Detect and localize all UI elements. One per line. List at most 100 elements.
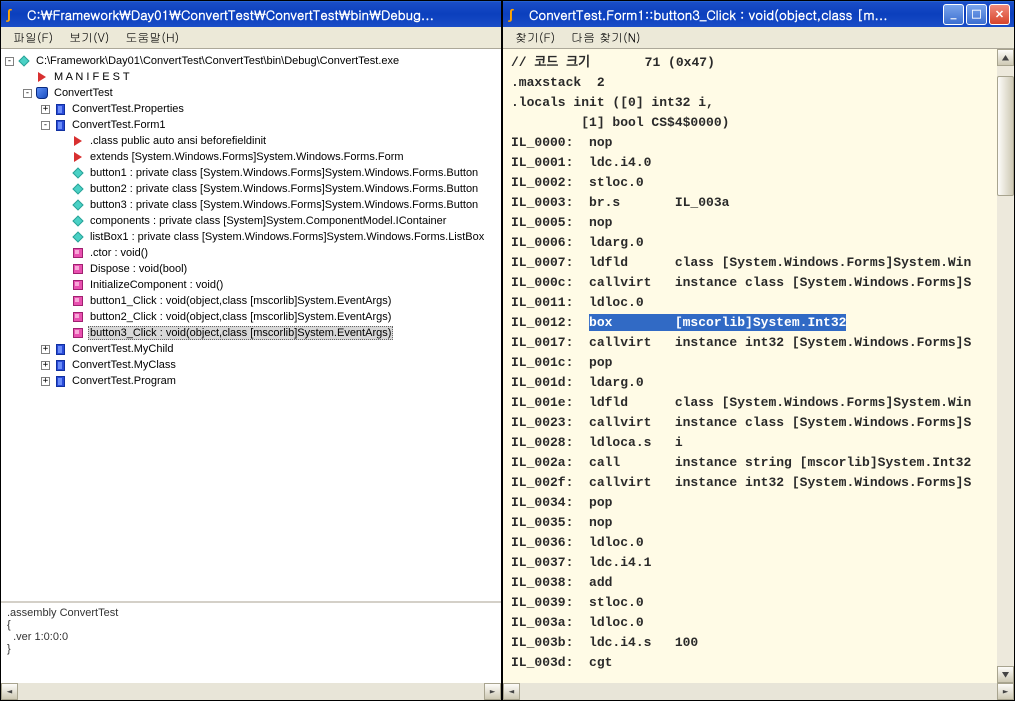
code-line[interactable]: [1] bool CS$4$0000) bbox=[511, 113, 989, 133]
tree-item-label[interactable]: Dispose : void(bool) bbox=[88, 262, 189, 276]
method-icon bbox=[71, 246, 85, 260]
tree-item[interactable]: button3 : private class [System.Windows.… bbox=[55, 197, 501, 213]
code-line[interactable]: IL_0036: ldloc.0 bbox=[511, 533, 989, 553]
tree-item[interactable]: Dispose : void(bool) bbox=[55, 261, 501, 277]
code-line[interactable]: IL_0039: stloc.0 bbox=[511, 593, 989, 613]
code-line[interactable]: IL_003d: cgt bbox=[511, 653, 989, 673]
code-line[interactable]: IL_0000: nop bbox=[511, 133, 989, 153]
left-pane: ∫ C:\Framework\Day01\ConvertTest\Convert… bbox=[0, 0, 502, 701]
tree-myclass[interactable]: ConvertTest.MyClass bbox=[70, 358, 178, 372]
scroll-thumb[interactable] bbox=[997, 76, 1014, 196]
tree-item-label[interactable]: button1 : private class [System.Windows.… bbox=[88, 166, 480, 180]
code-line[interactable]: IL_0011: ldloc.0 bbox=[511, 293, 989, 313]
close-button[interactable]: ✕ bbox=[989, 4, 1010, 25]
code-line[interactable]: IL_001c: pop bbox=[511, 353, 989, 373]
tree-item-label[interactable]: extends [System.Windows.Forms]System.Win… bbox=[88, 150, 406, 164]
toggle-icon[interactable]: + bbox=[41, 361, 50, 370]
menu-find-next[interactable]: 다음 찾기(N) bbox=[563, 27, 648, 48]
tree-item[interactable]: .ctor : void() bbox=[55, 245, 501, 261]
code-line[interactable]: IL_0023: callvirt instance class [System… bbox=[511, 413, 989, 433]
scroll-right-icon[interactable]: ► bbox=[997, 683, 1014, 700]
menu-help[interactable]: 도움말(H) bbox=[117, 27, 187, 48]
toggle-icon[interactable]: - bbox=[41, 121, 50, 130]
code-line[interactable]: IL_002f: callvirt instance int32 [System… bbox=[511, 473, 989, 493]
tree-item-label[interactable]: button2 : private class [System.Windows.… bbox=[88, 182, 480, 196]
code-line[interactable]: IL_001e: ldfld class [System.Windows.For… bbox=[511, 393, 989, 413]
toggle-icon[interactable]: - bbox=[5, 57, 14, 66]
tree-item-label[interactable]: button1_Click : void(object,class [mscor… bbox=[88, 294, 393, 308]
tree-properties[interactable]: ConvertTest.Properties bbox=[70, 102, 186, 116]
code-line[interactable]: IL_0017: callvirt instance int32 [System… bbox=[511, 333, 989, 353]
v-scrollbar[interactable]: ▲ ▼ bbox=[997, 49, 1014, 683]
code-line[interactable]: // 코드 크기 71 (0x47) bbox=[511, 53, 989, 73]
scroll-left-icon[interactable]: ◄ bbox=[1, 683, 18, 700]
code-line[interactable]: IL_0038: add bbox=[511, 573, 989, 593]
toggle-icon[interactable]: + bbox=[41, 345, 50, 354]
code-line[interactable]: IL_0035: nop bbox=[511, 513, 989, 533]
code-line[interactable]: IL_002a: call instance string [mscorlib]… bbox=[511, 453, 989, 473]
right-titlebar[interactable]: ∫ ConvertTest.Form1::button3_Click : voi… bbox=[503, 1, 1014, 27]
code-line[interactable]: .maxstack 2 bbox=[511, 73, 989, 93]
tree-root[interactable]: C:\Framework\Day01\ConvertTest\ConvertTe… bbox=[34, 54, 401, 68]
left-titlebar[interactable]: ∫ C:\Framework\Day01\ConvertTest\Convert… bbox=[1, 1, 501, 27]
menu-find[interactable]: 찾기(F) bbox=[507, 27, 563, 48]
menu-view[interactable]: 보기(V) bbox=[61, 27, 117, 48]
tree-converttest[interactable]: ConvertTest bbox=[52, 86, 115, 100]
maximize-button[interactable]: □ bbox=[966, 4, 987, 25]
h-scrollbar[interactable]: ◄ ► bbox=[503, 683, 1014, 700]
scroll-right-icon[interactable]: ► bbox=[484, 683, 501, 700]
tree-item[interactable]: button3_Click : void(object,class [mscor… bbox=[55, 325, 501, 341]
scroll-up-icon[interactable]: ▲ bbox=[997, 49, 1014, 66]
code-line[interactable]: IL_003a: ldloc.0 bbox=[511, 613, 989, 633]
tree-item[interactable]: .class public auto ansi beforefieldinit bbox=[55, 133, 501, 149]
code-line[interactable]: IL_0005: nop bbox=[511, 213, 989, 233]
tree-item[interactable]: InitializeComponent : void() bbox=[55, 277, 501, 293]
tree-item[interactable]: button2_Click : void(object,class [mscor… bbox=[55, 309, 501, 325]
code-line[interactable]: IL_0002: stloc.0 bbox=[511, 173, 989, 193]
tree-form1[interactable]: ConvertTest.Form1 bbox=[70, 118, 168, 132]
window-buttons: _ □ ✕ bbox=[943, 4, 1010, 25]
code-line[interactable]: IL_0001: ldc.i4.0 bbox=[511, 153, 989, 173]
minimize-button[interactable]: _ bbox=[943, 4, 964, 25]
tree-item-label[interactable]: listBox1 : private class [System.Windows… bbox=[88, 230, 486, 244]
tree-item-label[interactable]: .ctor : void() bbox=[88, 246, 150, 260]
toggle-icon[interactable]: + bbox=[41, 105, 50, 114]
tree-item-label[interactable]: button3_Click : void(object,class [mscor… bbox=[88, 326, 393, 340]
toggle-icon[interactable]: + bbox=[41, 377, 50, 386]
code-line[interactable]: IL_0003: br.s IL_003a bbox=[511, 193, 989, 213]
code-line[interactable]: IL_0028: ldloca.s i bbox=[511, 433, 989, 453]
tree-item[interactable]: extends [System.Windows.Forms]System.Win… bbox=[55, 149, 501, 165]
tree-item-label[interactable]: .class public auto ansi beforefieldinit bbox=[88, 134, 268, 148]
tree-manifest[interactable]: M A N I F E S T bbox=[52, 70, 132, 84]
scroll-track[interactable] bbox=[997, 66, 1014, 666]
code-line[interactable]: IL_003b: ldc.i4.s 100 bbox=[511, 633, 989, 653]
code-line[interactable]: IL_0007: ldfld class [System.Windows.For… bbox=[511, 253, 989, 273]
code-line[interactable]: .locals init ([0] int32 i, bbox=[511, 93, 989, 113]
h-scrollbar[interactable]: ◄ ► bbox=[1, 683, 501, 700]
code-line[interactable]: IL_001d: ldarg.0 bbox=[511, 373, 989, 393]
tree-item[interactable]: button1_Click : void(object,class [mscor… bbox=[55, 293, 501, 309]
code-view[interactable]: // 코드 크기 71 (0x47).maxstack 2.locals ini… bbox=[503, 49, 1014, 683]
tree-item[interactable]: button1 : private class [System.Windows.… bbox=[55, 165, 501, 181]
tree-item[interactable]: button2 : private class [System.Windows.… bbox=[55, 181, 501, 197]
code-line[interactable]: IL_0037: ldc.i4.1 bbox=[511, 553, 989, 573]
tree-item-label[interactable]: InitializeComponent : void() bbox=[88, 278, 225, 292]
tree-item[interactable]: listBox1 : private class [System.Windows… bbox=[55, 229, 501, 245]
code-line[interactable]: IL_0006: ldarg.0 bbox=[511, 233, 989, 253]
scroll-down-icon[interactable]: ▼ bbox=[997, 666, 1014, 683]
code-line[interactable]: IL_0012: box [mscorlib]System.Int32 bbox=[511, 313, 989, 333]
scroll-left-icon[interactable]: ◄ bbox=[503, 683, 520, 700]
tree-view[interactable]: - C:\Framework\Day01\ConvertTest\Convert… bbox=[1, 49, 501, 603]
tree-program[interactable]: ConvertTest.Program bbox=[70, 374, 178, 388]
code-line[interactable]: IL_0034: pop bbox=[511, 493, 989, 513]
tree-item[interactable]: components : private class [System]Syste… bbox=[55, 213, 501, 229]
menu-file[interactable]: 파일(F) bbox=[5, 27, 61, 48]
tree-mychild[interactable]: ConvertTest.MyChild bbox=[70, 342, 175, 356]
code-line[interactable]: IL_000c: callvirt instance class [System… bbox=[511, 273, 989, 293]
triangle-icon bbox=[35, 70, 49, 84]
assembly-text[interactable]: .assembly ConvertTest { .ver 1:0:0:0 } bbox=[1, 603, 501, 659]
tree-item-label[interactable]: components : private class [System]Syste… bbox=[88, 214, 448, 228]
tree-item-label[interactable]: button2_Click : void(object,class [mscor… bbox=[88, 310, 393, 324]
tree-item-label[interactable]: button3 : private class [System.Windows.… bbox=[88, 198, 480, 212]
toggle-icon[interactable]: - bbox=[23, 89, 32, 98]
